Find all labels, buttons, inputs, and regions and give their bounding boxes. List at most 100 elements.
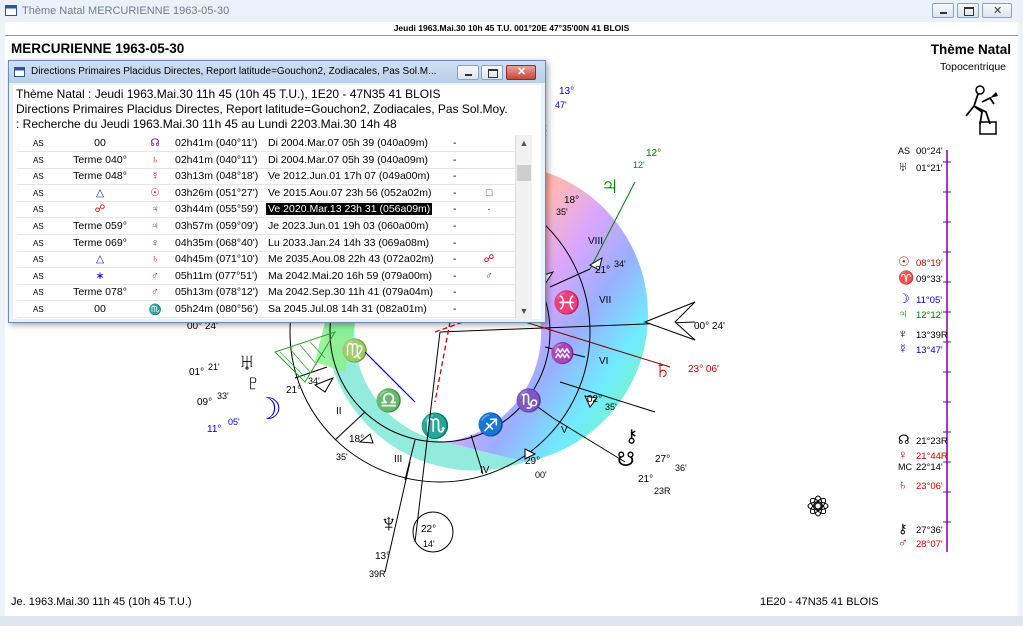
dialog-close-button[interactable]: ✕ — [506, 65, 536, 80]
separator-cell: - — [453, 303, 457, 315]
planet-degree: 01°21' — [916, 163, 943, 174]
planet-icon: ♂ — [151, 269, 159, 282]
scrollbar-thumb[interactable] — [517, 165, 531, 181]
date-cell: Me 2035.Aou.08 22h 43 (072a02m) — [268, 253, 434, 266]
planet-degree: 21°23R — [916, 436, 948, 447]
svg-text:♏: ♏ — [420, 412, 450, 440]
planet-position-item: MC 22°14' — [898, 462, 943, 473]
table-row[interactable]: AS 00 ♏ 05h24m (080°56') Sa 2045.Jul.08 14h … — [17, 301, 515, 318]
table-scrollbar[interactable]: ▲ ▼ — [515, 135, 532, 319]
svg-text:35': 35' — [336, 452, 348, 462]
footer-date: Je. 1963.Mai.30 11h 45 (10h 45 T.U.) — [11, 596, 192, 608]
planet-position-item: ♈ 09°33' — [898, 270, 943, 286]
planet-symbol: ♈ — [898, 270, 915, 285]
svg-text:09°: 09° — [197, 397, 212, 408]
aspect-cell: Terme 040° — [73, 153, 127, 166]
dialog-minimize-button[interactable] — [457, 65, 479, 80]
planet-position-item: ☽ 11°05' — [898, 291, 942, 307]
planet-icon: ♃ — [151, 220, 159, 232]
separator-cell: - — [453, 269, 457, 282]
angle-label: AS — [33, 288, 44, 298]
dialog-maximize-button[interactable] — [481, 65, 503, 80]
planet-degree: 12°12' — [916, 310, 943, 321]
planet-degree: 23°06' — [916, 481, 943, 492]
separator-cell: - — [453, 153, 457, 166]
planet-icon: ♄ — [151, 153, 159, 166]
dialog-header-line-2: Directions Primaires Placidus Directes, … — [16, 102, 508, 116]
svg-text:13°: 13° — [559, 86, 574, 97]
primary-directions-dialog[interactable]: Directions Primaires Placidus Directes, … — [8, 60, 546, 323]
svg-text:☽: ☽ — [255, 393, 282, 426]
svg-text:29°: 29° — [525, 456, 540, 467]
close-button[interactable]: ✕ — [982, 3, 1012, 18]
table-row[interactable]: AS Terme 048° ☿ 03h13m (048°18') Ve 2012.Jun… — [17, 168, 515, 186]
svg-text:14': 14' — [423, 539, 435, 549]
svg-text:21°: 21° — [286, 385, 301, 396]
planet-symbol: ☽ — [898, 291, 910, 306]
table-row[interactable]: AS △ ☉ 03h26m (051°27') Ve 2015.Aou.07 23h 5… — [17, 185, 515, 202]
planet-symbol: ♄ — [898, 477, 908, 492]
scroll-up-icon[interactable]: ▲ — [516, 135, 532, 151]
window-bottom-border — [0, 616, 1023, 626]
svg-text:♑: ♑ — [515, 388, 542, 413]
arc-cell: 03h57m (059°09') — [175, 220, 259, 232]
table-row[interactable]: AS Terme 040° ♄ 02h41m (040°11') Di 2004.Mar… — [17, 152, 515, 169]
svg-text:VII: VII — [599, 295, 611, 306]
planet-icon: ♃ — [151, 203, 159, 216]
svg-text:VI: VI — [599, 356, 608, 367]
aspect-cell: Terme 078° — [73, 286, 127, 299]
flower-icon — [807, 495, 829, 517]
planet-degree: 28°07' — [916, 539, 943, 550]
minimize-button[interactable] — [932, 3, 954, 18]
svg-text:00': 00' — [535, 470, 547, 480]
planet-icon: ♀ — [151, 236, 159, 249]
table-row[interactable]: AS ☍ ♃ 03h44m (055°59') Ve 2020.Mar.13 23h 3… — [17, 201, 515, 219]
dialog-header-line-3: : Recherche du Jeudi 1963.Mai.30 11h 45 … — [16, 117, 397, 131]
planet-symbol: ♀ — [898, 447, 908, 462]
svg-text:♎: ♎ — [375, 388, 402, 413]
planet-degree: 08°19' — [916, 258, 943, 269]
planet-degree: 09°33' — [916, 274, 943, 285]
table-row[interactable]: AS Terme 069° ♀ 04h35m (068°40') Lu 2033.Jan… — [17, 235, 515, 252]
svg-text:02°: 02° — [587, 394, 602, 405]
table-row[interactable]: AS 00 ☊ 02h41m (040°11') Di 2004.Mar.07 05h … — [17, 135, 515, 152]
svg-text:21': 21' — [208, 362, 220, 372]
svg-text:III: III — [394, 454, 402, 465]
separator-cell: - — [453, 186, 457, 199]
date-cell: Ma 2042.Sep.30 11h 41 (079a04m) — [268, 286, 434, 299]
svg-text:II: II — [336, 406, 342, 417]
table-row[interactable]: AS Terme 059° ♃ 03h57m (059°09') Je 2023.Jun… — [17, 218, 515, 235]
svg-text:♆: ♆ — [379, 508, 399, 538]
close-icon: ✕ — [517, 66, 527, 78]
planet-position-item: ♃ 12°12' — [898, 306, 943, 321]
planet-icon: ☉ — [150, 186, 160, 199]
maximize-button[interactable] — [957, 3, 979, 18]
table-row[interactable]: AS ∗ ♂ 05h11m (077°51') Ma 2042.Mai.20 16h 5… — [17, 268, 515, 285]
svg-text:21°: 21° — [595, 265, 610, 276]
planet-symbol: ♂ — [898, 535, 908, 550]
svg-text:⚷: ⚷ — [625, 426, 638, 446]
window-titlebar[interactable]: Thème Natal MERCURIENNE 1963-05-30 ✕ — [0, 0, 1023, 22]
separator-cell: - — [453, 203, 457, 216]
directions-table[interactable]: AS 00 ☊ 02h41m (040°11') Di 2004.Mar.07 05h … — [17, 135, 515, 319]
svg-text:35': 35' — [605, 402, 617, 412]
arc-cell: 05h24m (080°56') — [175, 303, 259, 315]
dialog-titlebar[interactable]: Directions Primaires Placidus Directes, … — [9, 61, 545, 83]
svg-text:12°: 12° — [646, 148, 661, 159]
arc-cell: 05h11m (077°51') — [175, 269, 258, 282]
svg-text:23R: 23R — [654, 486, 671, 496]
planet-degree: 13°39R — [916, 330, 948, 341]
svg-text:22°: 22° — [421, 524, 436, 535]
date-cell: Di 2004.Mar.07 05h 39 (040a09m) — [268, 153, 428, 166]
minimize-icon — [465, 74, 472, 76]
scroll-down-icon[interactable]: ▼ — [516, 303, 532, 319]
table-row[interactable]: AS △ ♄ 04h45m (071°10') Me 2035.Aou.08 22h 4… — [17, 251, 515, 269]
maximize-icon — [488, 69, 498, 78]
table-row[interactable]: AS Terme 078° ♂ 05h13m (078°12') Ma 2042.Sep… — [17, 284, 515, 302]
svg-text:33': 33' — [217, 391, 229, 401]
arc-cell: 02h41m (040°11') — [175, 153, 258, 166]
angle-label: AS — [33, 155, 44, 165]
aspect-icon: ♂ — [485, 269, 493, 282]
svg-text:27°: 27° — [655, 454, 670, 465]
svg-text:18°: 18° — [564, 195, 579, 206]
